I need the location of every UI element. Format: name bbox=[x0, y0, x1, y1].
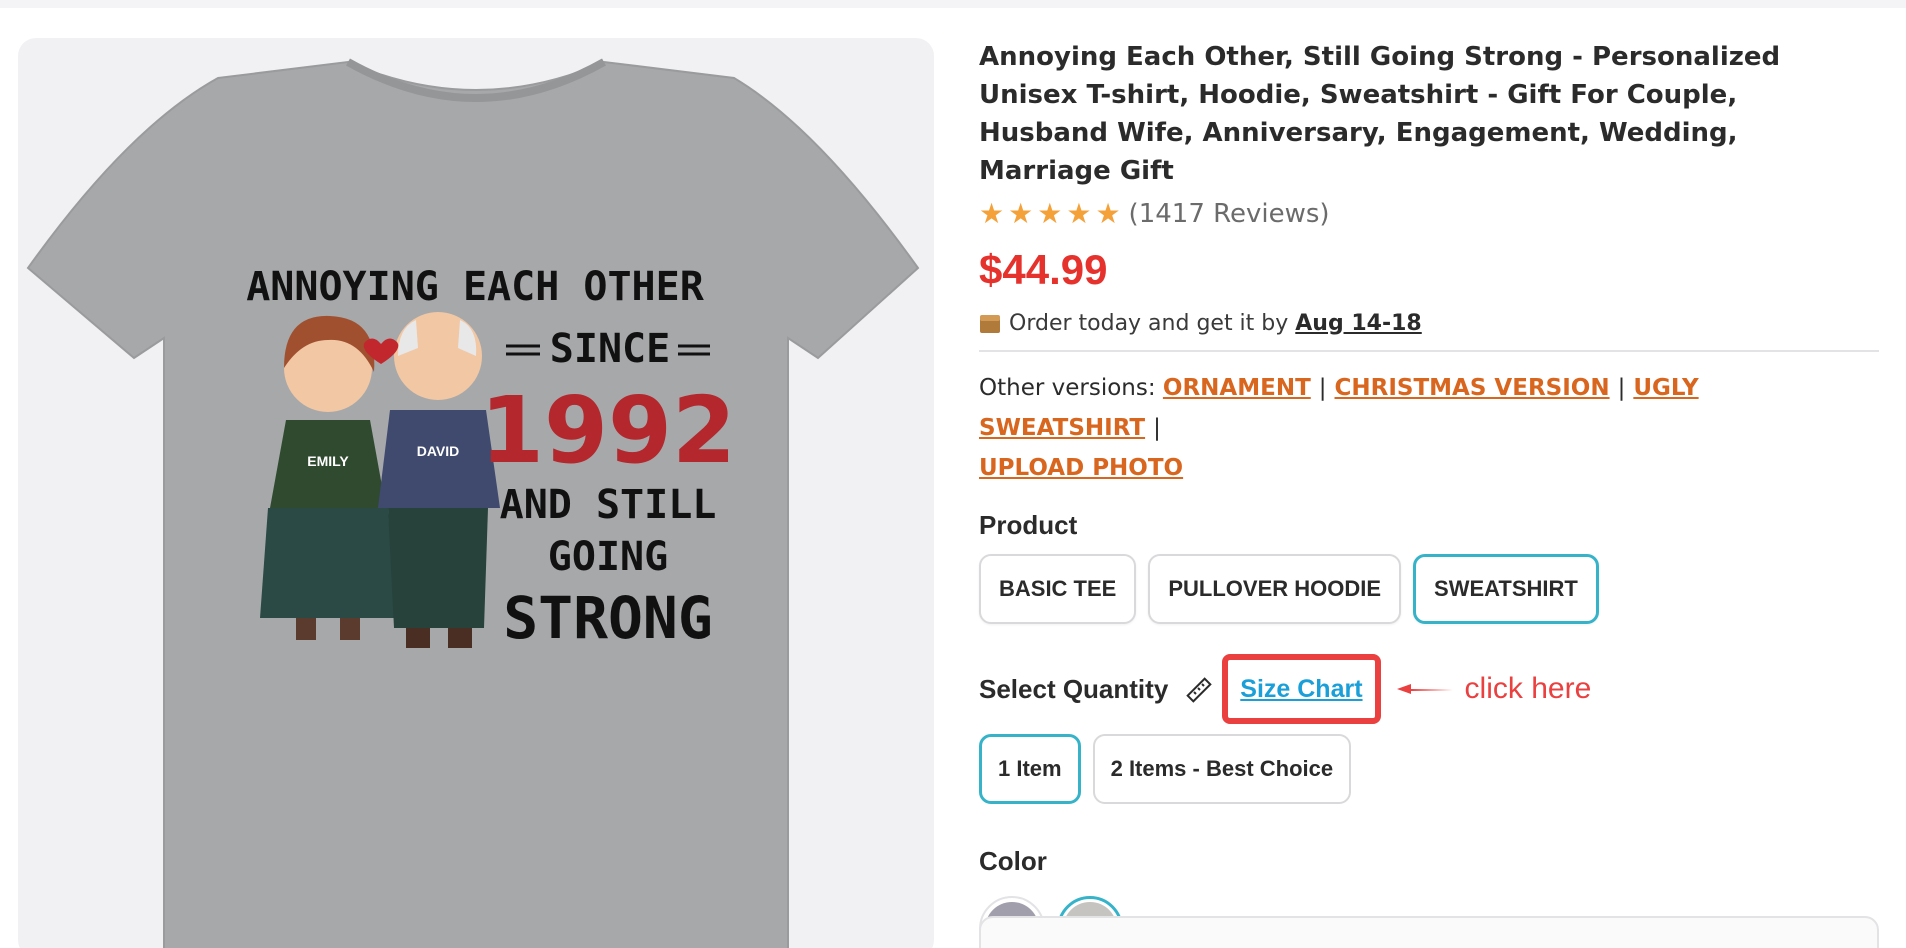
reviews-count[interactable]: (1417 Reviews) bbox=[1129, 199, 1330, 229]
divider bbox=[979, 350, 1879, 352]
quantity-options: 1 Item 2 Items - Best Choice bbox=[979, 734, 1879, 804]
product-option-basic-tee[interactable]: BASIC TEE bbox=[979, 554, 1137, 624]
delivery-date: Aug 14-18 bbox=[1295, 310, 1422, 336]
product-option-pullover-hoodie[interactable]: PULLOVER HOODIE bbox=[1148, 554, 1402, 624]
color-label: Color bbox=[979, 846, 1047, 876]
version-link-upload-photo[interactable]: UPLOAD PHOTO bbox=[979, 455, 1183, 481]
other-versions-label: Other versions: bbox=[979, 375, 1156, 401]
name-left: EMILY bbox=[307, 453, 349, 469]
product-type-options: BASIC TEE PULLOVER HOODIE SWEATSHIRT bbox=[979, 554, 1879, 624]
separator: | bbox=[1153, 415, 1161, 441]
product-option-sweatshirt[interactable]: SWEATSHIRT bbox=[1413, 554, 1599, 624]
click-here-annotation: click here bbox=[1464, 672, 1592, 705]
star-icon: ★ bbox=[1037, 197, 1063, 230]
shirt-line-5: GOING bbox=[548, 534, 668, 580]
separator: | bbox=[1318, 375, 1327, 401]
size-chart-link[interactable]: Size Chart bbox=[1240, 675, 1362, 704]
quantity-option-2-items[interactable]: 2 Items - Best Choice bbox=[1092, 734, 1352, 804]
product-title: Annoying Each Other, Still Going Strong … bbox=[979, 42, 1781, 186]
size-chart-highlight: Size Chart bbox=[1222, 654, 1381, 724]
star-icon: ★ bbox=[1008, 197, 1034, 230]
shirt-line-6: STRONG bbox=[503, 584, 713, 652]
version-link-ornament[interactable]: ORNAMENT bbox=[1163, 375, 1311, 401]
bottom-card bbox=[979, 916, 1879, 948]
shirt-year: 1992 bbox=[480, 377, 736, 484]
product-details: Annoying Each Other, Still Going Strong … bbox=[979, 38, 1879, 948]
quantity-option-1-item[interactable]: 1 Item bbox=[979, 734, 1081, 804]
shirt-line-4: AND STILL bbox=[500, 482, 717, 528]
delivery-estimate: Order today and get it by Aug 14-18 bbox=[979, 308, 1879, 338]
version-link-christmas[interactable]: CHRISTMAS VERSION bbox=[1335, 375, 1610, 401]
star-icon: ★ bbox=[1066, 197, 1092, 230]
rating-row[interactable]: ★ ★ ★ ★ ★ (1417 Reviews) bbox=[979, 196, 1879, 232]
separator: | bbox=[1617, 375, 1626, 401]
product-image[interactable]: EMILY DAVID ANNOYING EACH OTHER SINCE 19… bbox=[18, 38, 934, 948]
name-right: DAVID bbox=[417, 443, 460, 459]
star-rating: ★ ★ ★ ★ ★ bbox=[979, 200, 1121, 228]
star-icon: ★ bbox=[979, 197, 1005, 230]
arrow-left-icon bbox=[1396, 684, 1453, 694]
shirt-headline-2: SINCE bbox=[550, 326, 670, 372]
ruler-icon bbox=[1186, 677, 1213, 703]
product-type-label: Product bbox=[979, 510, 1078, 540]
quantity-label: Select Quantity bbox=[979, 673, 1169, 704]
delivery-text: Order today and get it by bbox=[1009, 310, 1289, 336]
shirt-headline-1: ANNOYING EACH OTHER bbox=[246, 264, 704, 310]
product-price: $44.99 bbox=[979, 246, 1108, 293]
tshirt-illustration: EMILY DAVID ANNOYING EACH OTHER SINCE 19… bbox=[26, 58, 920, 948]
top-bar bbox=[0, 0, 1906, 8]
star-icon: ★ bbox=[1095, 197, 1121, 230]
quantity-header: Select Quantity Size Chart click here bbox=[979, 654, 1879, 724]
package-icon bbox=[979, 313, 1001, 333]
other-versions: Other versions: ORNAMENT | CHRISTMAS VERSI… bbox=[979, 368, 1879, 488]
